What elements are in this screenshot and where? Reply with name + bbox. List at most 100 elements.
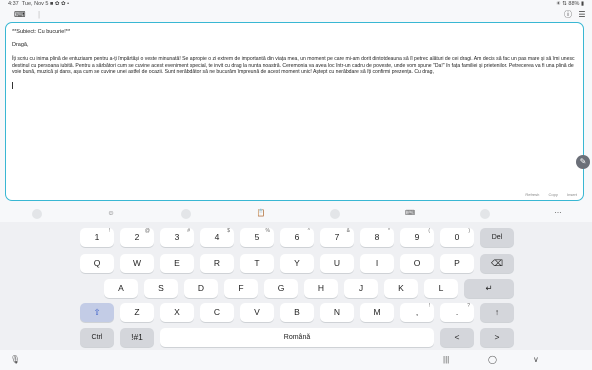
key-u[interactable]: U <box>320 254 354 273</box>
key-e[interactable]: E <box>160 254 194 273</box>
key-d[interactable]: D <box>184 279 218 298</box>
key-label: 8 <box>374 232 380 242</box>
key-3[interactable]: 3 # <box>160 228 194 247</box>
key-label: 5 <box>254 232 260 242</box>
key-sub: # <box>187 228 190 234</box>
shift-key[interactable]: ⇧ <box>80 303 114 322</box>
key-k[interactable]: K <box>384 279 418 298</box>
sort-icon[interactable]: ☰ <box>577 10 587 20</box>
toolbar-divider: | <box>37 10 41 19</box>
key-m[interactable]: M <box>360 303 394 322</box>
key-c[interactable]: C <box>200 303 234 322</box>
sticker-icon[interactable] <box>181 209 191 219</box>
key-2[interactable]: 2 @ <box>120 228 154 247</box>
key-sub: ^ <box>307 228 310 234</box>
edit-fab-button[interactable]: ✎ <box>576 155 590 169</box>
keyboard-settings-icon[interactable]: ⌨ <box>405 209 415 219</box>
clipboard-icon[interactable]: 📋 <box>256 209 266 219</box>
key-b[interactable]: B <box>280 303 314 322</box>
key-label: 0 <box>454 232 460 242</box>
back-icon[interactable]: ∨ <box>533 355 539 364</box>
key-j[interactable]: J <box>344 279 378 298</box>
key-i[interactable]: I <box>360 254 394 273</box>
key-l[interactable]: L <box>424 279 458 298</box>
key-x[interactable]: X <box>160 303 194 322</box>
key-comma[interactable]: ,! <box>400 303 434 322</box>
mic-icon[interactable]: 🎙 <box>10 355 20 364</box>
key-7[interactable]: 7 & <box>320 228 354 247</box>
key-q[interactable]: Q <box>80 254 114 273</box>
insert-button[interactable]: Insert <box>567 192 577 197</box>
status-icons: ■ ✿ ✿ • <box>50 1 70 7</box>
arrow-right-key[interactable]: > <box>480 328 514 347</box>
copy-button[interactable]: Copy <box>549 192 558 197</box>
key-9[interactable]: 9( <box>400 228 434 247</box>
key-sub: ) <box>468 228 470 234</box>
key-g[interactable]: G <box>264 279 298 298</box>
space-key[interactable]: Română <box>160 328 434 347</box>
status-right: ☀ ⇅ 88% ▮ <box>555 1 584 7</box>
email-greeting: Dragă, <box>12 42 29 48</box>
key-v[interactable]: V <box>240 303 274 322</box>
key-label: 7 <box>334 232 340 242</box>
status-bar: 4:37 Tue, Nov 5 ■ ✿ ✿ • ☀ ⇅ 88% ▮ <box>0 0 592 8</box>
key-label: M <box>373 307 381 317</box>
text-editor[interactable]: **Subiect: Cu bucurie!** Dragă, Îți scri… <box>5 22 584 201</box>
key-p[interactable]: P <box>440 254 474 273</box>
key-sub: @ <box>144 228 150 234</box>
key-sub: ( <box>428 228 430 234</box>
refresh-button[interactable]: Refresh <box>525 192 539 197</box>
key-0[interactable]: 0) <box>440 228 474 247</box>
key-label: . <box>455 307 459 317</box>
key-sub: ! <box>108 228 110 234</box>
key-5[interactable]: 5% <box>240 228 274 247</box>
key-y[interactable]: Y <box>280 254 314 273</box>
key-w[interactable]: W <box>120 254 154 273</box>
home-icon[interactable]: ◯ <box>488 355 497 364</box>
status-time: 4:37 <box>8 1 19 7</box>
key-a[interactable]: A <box>104 279 138 298</box>
backspace-key[interactable]: ⌫ <box>480 254 514 273</box>
more-options-icon[interactable]: ⋯ <box>553 209 563 219</box>
status-left: 4:37 Tue, Nov 5 ■ ✿ ✿ • <box>8 1 69 7</box>
key-sub: * <box>388 228 390 234</box>
key-s[interactable]: S <box>144 279 178 298</box>
key-r[interactable]: R <box>200 254 234 273</box>
status-date: Tue, Nov 5 <box>21 1 49 7</box>
key-label: X <box>174 307 180 317</box>
emoji-icon[interactable]: ☺ <box>106 209 116 219</box>
mode-icon[interactable] <box>330 209 340 219</box>
key-h[interactable]: H <box>304 279 338 298</box>
arrow-left-key[interactable]: < <box>440 328 474 347</box>
key-6[interactable]: 6 ^ <box>280 228 314 247</box>
key-label: 9 <box>414 232 420 242</box>
email-subject: **Subiect: Cu bucurie!** <box>12 29 71 35</box>
editor-actions: Refresh Copy Insert <box>517 192 577 197</box>
key-sub: ! <box>428 303 430 309</box>
keyboard-icon[interactable]: ⌨ <box>14 10 26 20</box>
key-o[interactable]: O <box>400 254 434 273</box>
text-caret <box>12 82 13 89</box>
key-period[interactable]: .? <box>440 303 474 322</box>
translate-icon[interactable] <box>480 209 490 219</box>
info-icon[interactable]: ⓘ <box>563 10 573 20</box>
enter-key[interactable]: ↵ <box>464 279 514 298</box>
key-4[interactable]: 4 $ <box>200 228 234 247</box>
keyboard-toolbar: ☺ 📋 ⌨ ⋯ <box>0 206 592 222</box>
arrow-up-key[interactable]: ↑ <box>480 303 514 322</box>
recent-apps-icon[interactable]: ||| <box>443 355 449 364</box>
key-t[interactable]: T <box>240 254 274 273</box>
key-f[interactable]: F <box>224 279 258 298</box>
key-z[interactable]: Z <box>120 303 154 322</box>
key-8[interactable]: 8 * <box>360 228 394 247</box>
key-1[interactable]: 1! <box>80 228 114 247</box>
ctrl-key[interactable]: Ctrl <box>80 328 114 347</box>
key-sub: ? <box>467 303 470 309</box>
collapse-icon[interactable] <box>32 209 42 219</box>
symbols-key[interactable]: !#1 <box>120 328 154 347</box>
navigation-bar: 🎙 ||| ◯ ∨ <box>0 350 592 370</box>
delete-key[interactable]: Del <box>480 228 514 247</box>
key-label: C <box>213 307 221 317</box>
key-label: 2 <box>134 232 140 242</box>
key-n[interactable]: N <box>320 303 354 322</box>
